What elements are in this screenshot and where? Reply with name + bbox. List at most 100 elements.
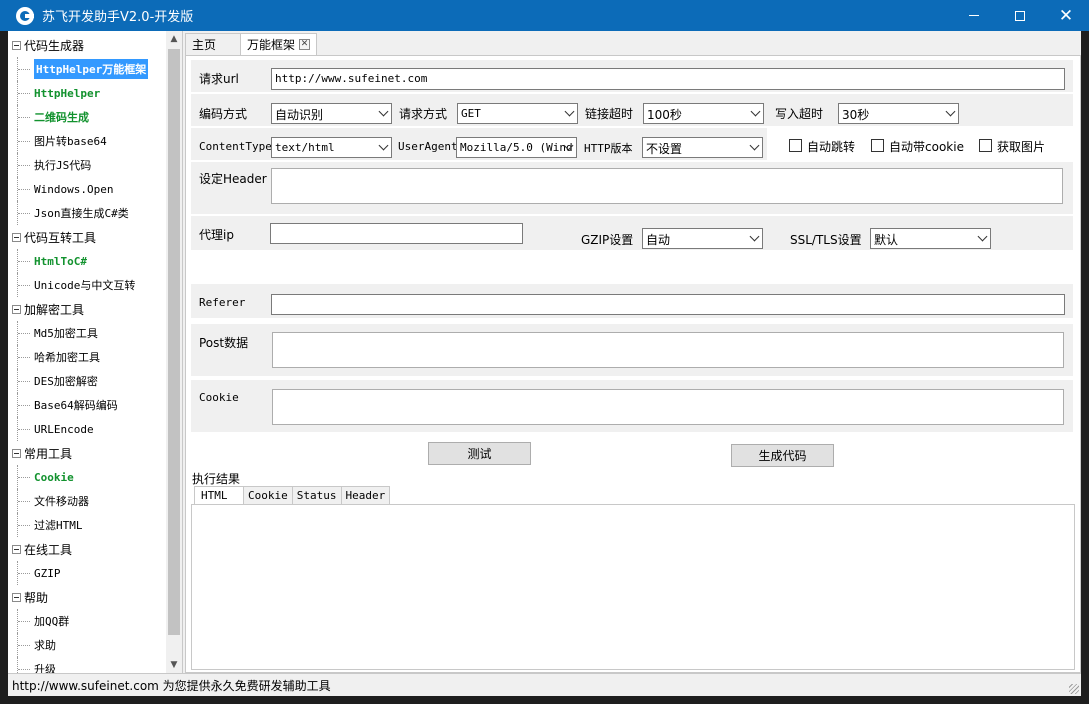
auto-cookie-label: 自动带cookie — [889, 140, 964, 154]
options-row-2: ContentType text/html UserAgent Mozilla/… — [191, 128, 1073, 160]
tree-group[interactable]: 代码生成器 — [8, 33, 168, 57]
collapse-icon[interactable] — [12, 304, 21, 314]
result-tab-status[interactable]: Status — [291, 486, 342, 504]
tree-item[interactable]: Md5加密工具 — [8, 321, 168, 345]
tree-item[interactable]: Base64解码编码 — [8, 393, 168, 417]
chevron-down-icon — [378, 106, 389, 117]
tab-close-icon[interactable]: ✕ — [299, 39, 311, 50]
tree-item-label: DES加密解密 — [34, 375, 98, 388]
chevron-down-icon — [977, 231, 988, 242]
encoding-value: 自动识别 — [275, 108, 324, 122]
generate-code-button[interactable]: 生成代码 — [731, 444, 834, 467]
scroll-down-icon[interactable]: ▼ — [166, 657, 182, 673]
tab-framework[interactable]: 万能框架 ✕ — [240, 33, 318, 55]
maximize-icon — [1015, 10, 1025, 21]
tree-item[interactable]: 加QQ群 — [8, 609, 168, 633]
tree-item[interactable]: 升级 — [8, 657, 168, 673]
result-tab-cookie[interactable]: Cookie — [243, 486, 293, 504]
auto-cookie-checkbox[interactable] — [871, 139, 884, 152]
tree-item[interactable]: 过滤HTML — [8, 513, 168, 537]
tree-item[interactable]: 哈希加密工具 — [8, 345, 168, 369]
proxy-row: 代理ip GZIP设置 自动 SSL/TLS设置 默认 — [191, 216, 1073, 250]
ssl-select[interactable]: 默认 — [870, 228, 991, 249]
tree-group-label: 帮助 — [24, 590, 49, 605]
method-select[interactable]: GET — [457, 103, 578, 124]
content-type-value: text/html — [275, 141, 335, 154]
header-textarea[interactable] — [271, 168, 1063, 204]
referer-label: Referer — [199, 296, 246, 309]
client-area: 代码生成器 HttpHelper万能框架 HttpHelper 二维码生成图片转bas… — [8, 31, 1081, 673]
write-timeout-label: 写入超时 — [775, 107, 824, 121]
timeout-label: 链接超时 — [585, 107, 634, 121]
tree-item[interactable]: URLEncode — [8, 417, 168, 441]
tree-group[interactable]: 在线工具 — [8, 537, 168, 561]
url-row: 请求url http://www.sufeinet.com — [191, 60, 1073, 92]
collapse-icon[interactable] — [12, 232, 21, 242]
http-version-select[interactable]: 不设置 — [642, 137, 763, 158]
result-output[interactable] — [191, 504, 1075, 670]
tree-item-label: GZIP — [34, 566, 61, 580]
write-timeout-select[interactable]: 30秒 — [838, 103, 959, 124]
tree-group[interactable]: 加解密工具 — [8, 297, 168, 321]
tree-item-label: Unicode与中文互转 — [34, 279, 136, 292]
tree-item[interactable]: HttpHelper万能框架 — [8, 57, 168, 81]
result-tab-html[interactable]: HTML — [194, 486, 244, 504]
tree-item[interactable]: 图片转base64 — [8, 129, 168, 153]
proxy-input[interactable] — [270, 223, 523, 244]
http-version-label: HTTP版本 — [584, 142, 633, 155]
tree-scrollbar[interactable]: ▲ ▼ — [166, 31, 182, 673]
tree-item[interactable]: Json直接生成C#类 — [8, 201, 168, 225]
chevron-down-icon — [378, 140, 389, 151]
tree-item[interactable]: 执行JS代码 — [8, 153, 168, 177]
minimize-button[interactable] — [951, 0, 997, 31]
tree-item[interactable]: Cookie — [8, 465, 168, 489]
tree-item[interactable]: Unicode与中文互转 — [8, 273, 168, 297]
encoding-label: 编码方式 — [199, 107, 248, 121]
tree-item[interactable]: 文件移动器 — [8, 489, 168, 513]
content-type-select[interactable]: text/html — [271, 137, 392, 158]
tree-item-label: 文件移动器 — [34, 495, 89, 508]
resize-grip-icon[interactable] — [1069, 684, 1079, 694]
gzip-select[interactable]: 自动 — [642, 228, 763, 249]
post-textarea[interactable] — [272, 332, 1064, 368]
scroll-thumb[interactable] — [168, 49, 180, 635]
auto-redirect-checkbox[interactable] — [789, 139, 802, 152]
tree-group-label: 加解密工具 — [24, 302, 85, 317]
tree-group[interactable]: 常用工具 — [8, 441, 168, 465]
maximize-button[interactable] — [997, 0, 1043, 31]
tree-item[interactable]: DES加密解密 — [8, 369, 168, 393]
tree-item[interactable]: GZIP — [8, 561, 168, 585]
tree-item[interactable]: Windows.Open — [8, 177, 168, 201]
tree-item[interactable]: 二维码生成 — [8, 105, 168, 129]
chevron-down-icon — [564, 106, 575, 117]
close-button[interactable]: ✕ — [1043, 0, 1089, 31]
url-input[interactable]: http://www.sufeinet.com — [271, 68, 1065, 90]
tree-group[interactable]: 帮助 — [8, 585, 168, 609]
result-tab-header[interactable]: Header — [340, 486, 391, 504]
timeout-select[interactable]: 100秒 — [643, 103, 764, 124]
tree-item-label: 图片转base64 — [34, 135, 107, 148]
tree-item-label: URLEncode — [34, 422, 94, 436]
tree-item[interactable]: HtmlToC# — [8, 249, 168, 273]
tab-home[interactable]: 主页 — [185, 33, 241, 55]
collapse-icon[interactable] — [12, 448, 21, 458]
get-images-checkbox[interactable] — [979, 139, 992, 152]
cookie-textarea[interactable] — [272, 389, 1064, 425]
collapse-icon[interactable] — [12, 40, 21, 50]
tree-item-label: HtmlToC# — [34, 254, 87, 268]
scroll-up-icon[interactable]: ▲ — [166, 31, 182, 47]
referer-input[interactable] — [271, 294, 1065, 315]
test-button[interactable]: 测试 — [428, 442, 531, 465]
tree-group[interactable]: 代码互转工具 — [8, 225, 168, 249]
tree-item-label: 执行JS代码 — [34, 159, 92, 172]
collapse-icon[interactable] — [12, 544, 21, 554]
tab-home-label: 主页 — [192, 38, 217, 52]
user-agent-select[interactable]: Mozilla/5.0 (Wind — [456, 137, 577, 158]
tree-item[interactable]: HttpHelper — [8, 81, 168, 105]
tree-item[interactable]: 求助 — [8, 633, 168, 657]
header-row: 设定Header — [191, 162, 1073, 214]
framework-panel: 请求url http://www.sufeinet.com 编码方式 自动识别 … — [185, 55, 1081, 673]
encoding-select[interactable]: 自动识别 — [271, 103, 392, 124]
tree-item-label: 加QQ群 — [34, 615, 70, 628]
collapse-icon[interactable] — [12, 592, 21, 602]
